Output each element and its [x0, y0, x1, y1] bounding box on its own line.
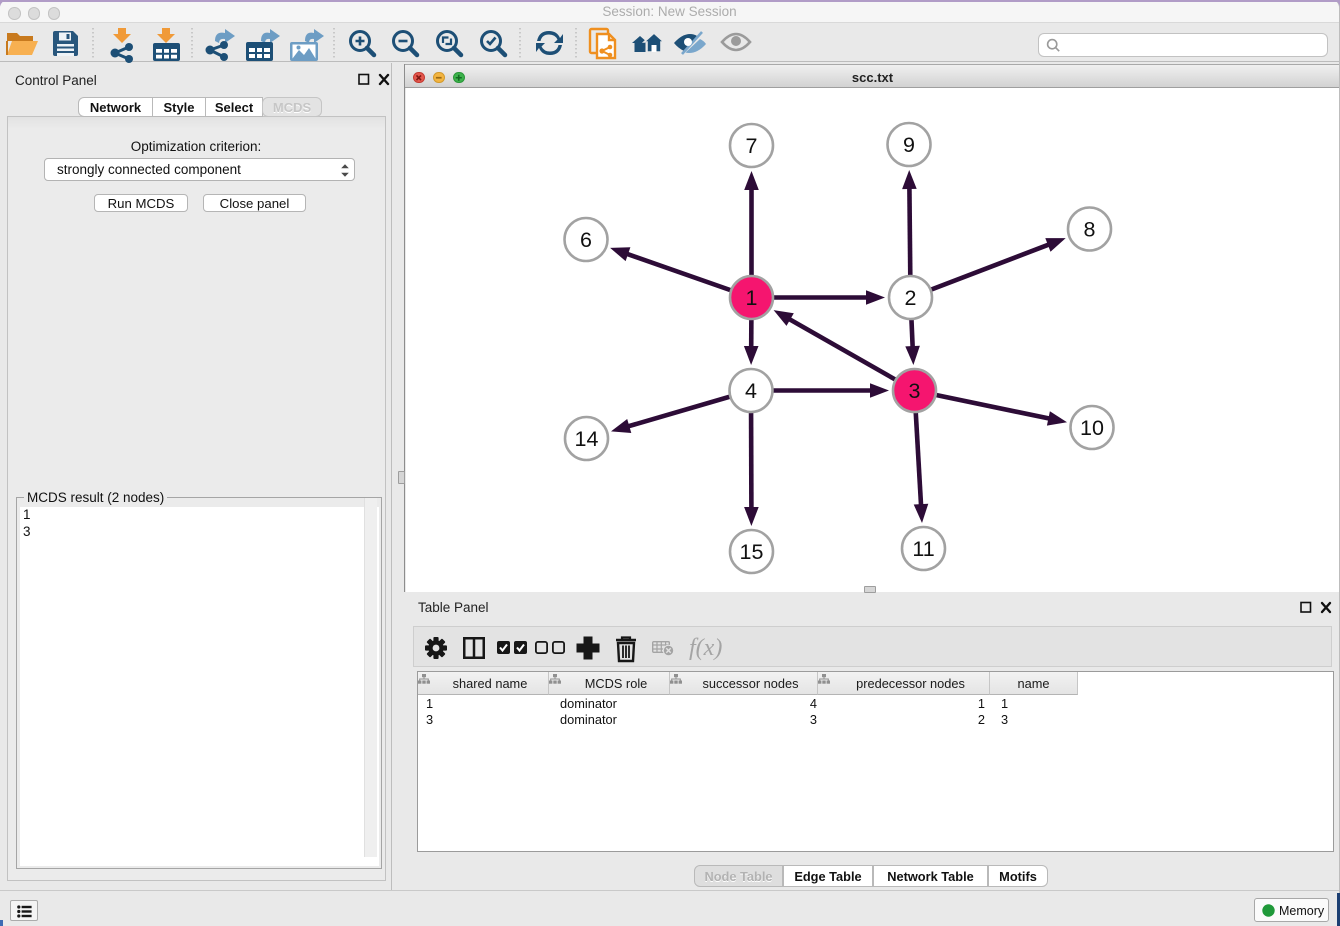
- svg-text:f(x): f(x): [689, 635, 722, 661]
- svg-text:4: 4: [745, 379, 757, 403]
- svg-text:2: 2: [905, 286, 917, 310]
- svg-text:15: 15: [740, 540, 764, 564]
- svg-text:14: 14: [575, 427, 599, 451]
- svg-text:3: 3: [909, 379, 921, 403]
- svg-text:6: 6: [580, 228, 592, 252]
- svg-text:9: 9: [903, 133, 915, 157]
- svg-text:7: 7: [746, 134, 758, 158]
- svg-text:8: 8: [1084, 218, 1096, 242]
- svg-text:1: 1: [746, 286, 758, 310]
- svg-text:10: 10: [1080, 416, 1104, 440]
- svg-text:11: 11: [912, 537, 934, 561]
